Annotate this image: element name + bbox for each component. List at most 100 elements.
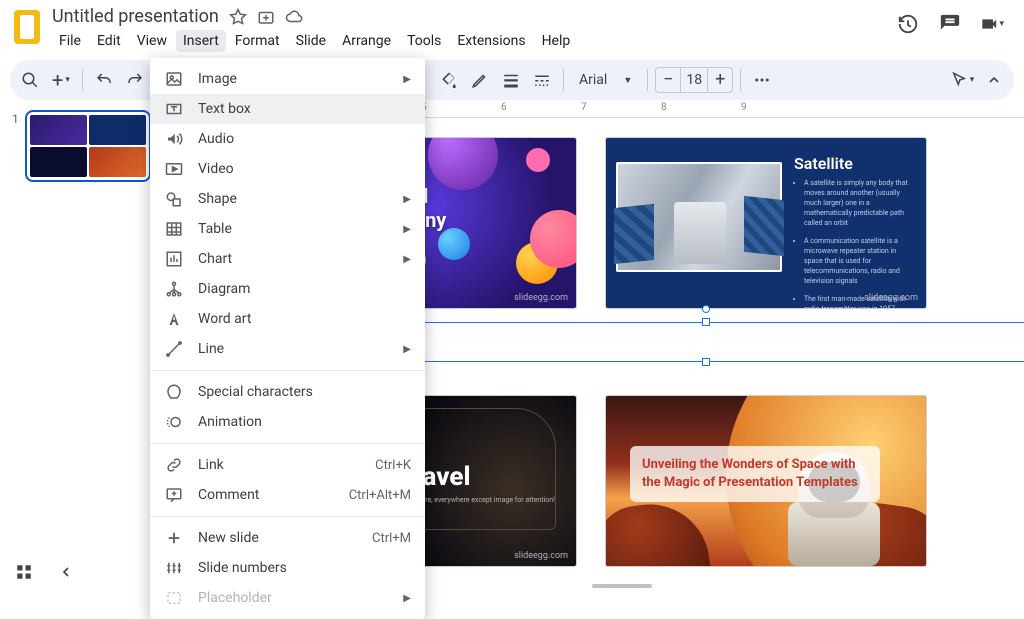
submenu-arrow-icon: ▶ xyxy=(403,593,411,604)
menu-extensions[interactable]: Extensions xyxy=(450,30,532,52)
text-box-selection[interactable] xyxy=(366,322,1024,362)
border-color-icon[interactable] xyxy=(466,66,494,94)
grid-view-icon[interactable] xyxy=(12,560,36,584)
video-icon xyxy=(164,159,184,179)
resize-handle[interactable] xyxy=(702,318,710,326)
menu-item-link[interactable]: Link Ctrl+K xyxy=(150,450,425,480)
audio-icon xyxy=(164,129,184,149)
rotate-handle[interactable] xyxy=(702,305,710,313)
border-dash-icon[interactable] xyxy=(528,66,556,94)
redo-button[interactable] xyxy=(121,66,149,94)
more-options-icon[interactable] xyxy=(748,66,776,94)
pointer-icon[interactable]: ▾ xyxy=(948,66,976,94)
menu-item-comment[interactable]: CommentCtrl+Alt+M xyxy=(150,480,425,510)
menu-file[interactable]: File xyxy=(52,30,88,52)
menu-shortcut: Ctrl+M xyxy=(372,531,411,546)
comments-icon[interactable] xyxy=(938,12,962,36)
watermark: slideegg.com xyxy=(514,293,568,303)
menu-item-label: Image xyxy=(198,71,389,87)
watermark: slideegg.com xyxy=(514,551,568,561)
menu-item-word-art[interactable]: Word art xyxy=(150,304,425,334)
newslide-icon xyxy=(164,528,184,548)
animation-icon xyxy=(164,412,184,432)
menu-item-chart[interactable]: Chart▶ xyxy=(150,244,425,274)
slide-thumbnail[interactable] xyxy=(25,110,151,182)
search-icon[interactable] xyxy=(16,66,44,94)
resize-handle[interactable] xyxy=(702,358,710,366)
cloud-icon[interactable] xyxy=(285,8,303,26)
menu-item-table[interactable]: Table ▶ xyxy=(150,214,425,244)
slide-card-satellite[interactable]: Satellite A satellite is simply any body… xyxy=(606,138,926,308)
star-icon[interactable] xyxy=(229,8,247,26)
menu-item-line[interactable]: Line ▶ xyxy=(150,334,425,364)
card-banner: Unveiling the Wonders of Space with the … xyxy=(630,446,880,502)
menu-item-label: Table xyxy=(198,221,389,237)
move-icon[interactable] xyxy=(257,8,275,26)
wordart-icon xyxy=(164,309,184,329)
menu-item-label: Special characters xyxy=(198,384,411,400)
submenu-arrow-icon: ▶ xyxy=(403,224,411,235)
card-bullets: A satellite is simply any body that move… xyxy=(794,178,916,308)
slide-thumbnail-rail: 1 xyxy=(0,100,160,592)
menu-arrange[interactable]: Arrange xyxy=(335,30,398,52)
menu-item-label: Line xyxy=(198,341,389,357)
line-icon xyxy=(164,339,184,359)
menu-item-label: Slide numbers xyxy=(198,560,411,576)
menu-edit[interactable]: Edit xyxy=(90,30,128,52)
menu-shortcut: Ctrl+K xyxy=(375,458,411,473)
menu-item-shape[interactable]: Shape ▶ xyxy=(150,184,425,214)
collapse-icon[interactable] xyxy=(980,66,1008,94)
menu-item-video[interactable]: Video xyxy=(150,154,425,184)
submenu-arrow-icon: ▶ xyxy=(403,194,411,205)
slide-card-wonders[interactable]: Unveiling the Wonders of Space with the … xyxy=(606,396,926,566)
menu-item-image[interactable]: Image ▶ xyxy=(150,64,425,94)
increase-font-button[interactable]: + xyxy=(708,69,732,91)
camera-icon[interactable]: ▾ xyxy=(980,12,1004,36)
menu-item-label: New slide xyxy=(198,530,358,546)
document-title[interactable]: Untitled presentation xyxy=(52,6,219,27)
menu-item-label: Link xyxy=(198,457,361,473)
menu-format[interactable]: Format xyxy=(228,30,287,52)
menu-item-label: Text box xyxy=(198,101,411,117)
numbers-icon xyxy=(164,558,184,578)
new-slide-button[interactable]: +▾ xyxy=(47,66,75,94)
font-family-select[interactable]: Arial▼ xyxy=(571,67,640,93)
fill-color-icon[interactable] xyxy=(435,66,463,94)
special-icon xyxy=(164,382,184,402)
font-size-control[interactable]: − 18 + xyxy=(655,67,733,93)
decrease-font-button[interactable]: − xyxy=(656,69,680,91)
menu-insert[interactable]: Insert xyxy=(176,30,226,52)
menubar: FileEditViewInsertFormatSlideArrangeTool… xyxy=(52,30,896,52)
menu-item-text-box[interactable]: Text box xyxy=(150,94,425,124)
menu-item-slide-numbers[interactable]: Slide numbers xyxy=(150,553,425,583)
menu-item-label: Word art xyxy=(198,311,411,327)
menu-shortcut: Ctrl+Alt+M xyxy=(349,488,411,503)
undo-button[interactable] xyxy=(90,66,118,94)
menu-item-diagram[interactable]: Diagram xyxy=(150,274,425,304)
menu-item-audio[interactable]: Audio xyxy=(150,124,425,154)
menu-slide[interactable]: Slide xyxy=(289,30,333,52)
watermark: slideegg.com xyxy=(864,293,918,303)
submenu-arrow-icon: ▶ xyxy=(403,254,411,265)
font-size-value[interactable]: 18 xyxy=(680,68,708,92)
menu-view[interactable]: View xyxy=(130,30,174,52)
slide-number: 1 xyxy=(12,110,19,182)
scroll-indicator[interactable] xyxy=(592,584,652,588)
menu-tools[interactable]: Tools xyxy=(400,30,448,52)
image-icon xyxy=(164,69,184,89)
menu-item-special-characters[interactable]: Special characters xyxy=(150,377,425,407)
shape-icon xyxy=(164,189,184,209)
menu-item-animation[interactable]: Animation xyxy=(150,407,425,437)
menu-item-new-slide[interactable]: New slide Ctrl+M xyxy=(150,523,425,553)
textbox-icon xyxy=(164,99,184,119)
app-logo[interactable] xyxy=(14,10,40,44)
collapse-panel-icon[interactable] xyxy=(54,560,78,584)
link-icon xyxy=(164,455,184,475)
border-weight-icon[interactable] xyxy=(497,66,525,94)
menu-item-label: Shape xyxy=(198,191,389,207)
submenu-arrow-icon: ▶ xyxy=(403,344,411,355)
submenu-arrow-icon: ▶ xyxy=(403,74,411,85)
history-icon[interactable] xyxy=(896,12,920,36)
menu-help[interactable]: Help xyxy=(535,30,578,52)
diagram-icon xyxy=(164,279,184,299)
